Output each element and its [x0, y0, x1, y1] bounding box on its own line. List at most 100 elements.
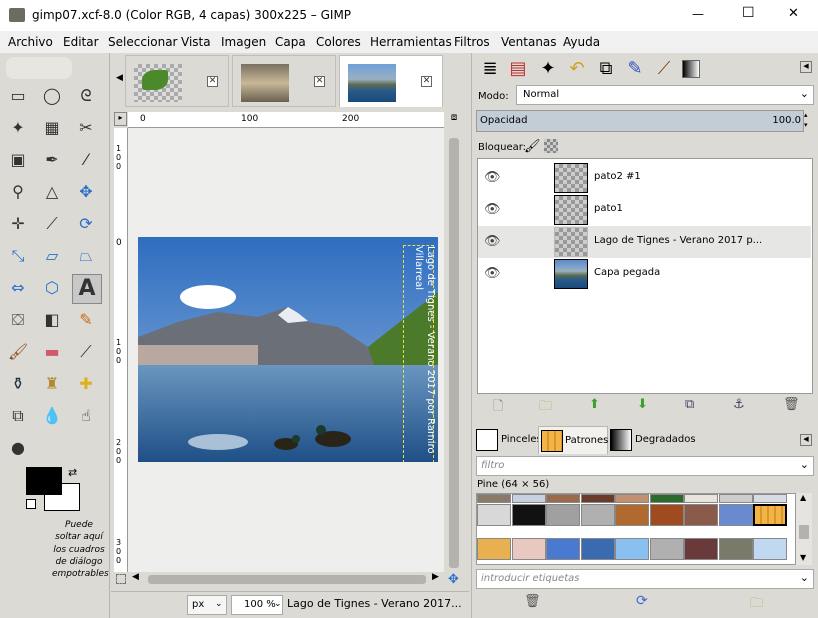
ellipse-select-icon[interactable]: ◯ [39, 83, 65, 109]
pattern-swatch[interactable] [615, 504, 649, 526]
image-lake-tignes[interactable]: Lago de Tignes - Verano 2017 por Ramiro … [138, 237, 438, 462]
pattern-swatch[interactable] [511, 494, 546, 503]
menu-filtros[interactable]: Filtros [454, 35, 490, 49]
dodge-burn-icon[interactable]: ● [5, 435, 31, 461]
pattern-swatch[interactable] [649, 504, 684, 526]
anchor-layer-icon[interactable]: ⚓ [733, 397, 745, 412]
cage-transform-icon[interactable]: ⬡ [39, 275, 65, 301]
blur-icon[interactable]: 💧 [39, 403, 65, 429]
crop-icon[interactable]: ⟋ [39, 211, 65, 237]
bucket-fill-icon[interactable]: ⛋ [5, 307, 31, 333]
pattern-swatch[interactable] [580, 538, 615, 560]
pattern-swatch[interactable] [615, 538, 649, 560]
eraser-icon[interactable]: ▬ [39, 339, 65, 365]
pattern-swatch[interactable] [649, 538, 684, 560]
maximize-button[interactable]: ☐ [742, 5, 755, 21]
patterns-scrollbar[interactable]: ▲ ▼ [796, 493, 812, 565]
pattern-swatch[interactable] [753, 538, 787, 560]
toggle-quickmask-icon[interactable] [116, 574, 126, 584]
new-layer-icon[interactable]: 🗋 [493, 397, 503, 419]
menu-editar[interactable]: Editar [63, 35, 99, 49]
clone-icon[interactable]: ♜ [39, 371, 65, 397]
pattern-filter-input[interactable]: filtro ⌄ [476, 456, 814, 476]
gradients-tab[interactable]: Degradados [608, 428, 698, 452]
pattern-swatch[interactable] [684, 494, 718, 503]
dock-menu-icon[interactable]: ◀ [800, 61, 812, 73]
pattern-swatch[interactable] [511, 504, 546, 526]
menu-herramientas[interactable]: Herramientas [370, 35, 452, 49]
pattern-swatch[interactable] [546, 504, 580, 526]
smudge-icon[interactable]: ☝ [73, 403, 99, 429]
opacity-spin-icon[interactable]: ▴ ▾ [804, 110, 814, 132]
pattern-swatch[interactable] [649, 494, 684, 503]
zoom-icon[interactable]: ⚲ [5, 179, 31, 205]
pattern-swatch[interactable] [580, 494, 615, 503]
close-button[interactable]: ✕ [788, 6, 799, 21]
menu-ayuda[interactable]: Ayuda [563, 35, 600, 49]
foreground-select-icon[interactable]: ▣ [5, 147, 31, 173]
scroll-thumb[interactable] [148, 575, 426, 584]
rect-select-icon[interactable]: ▭ [5, 83, 31, 109]
color-select-icon[interactable]: ▦ [39, 115, 65, 141]
patterns-tab[interactable]: Patrones [538, 426, 608, 454]
pattern-swatch[interactable] [718, 538, 753, 560]
menu-vista[interactable]: Vista [181, 35, 211, 49]
minimize-button[interactable]: — [692, 7, 704, 21]
close-tab-icon[interactable]: ✕ [314, 76, 325, 87]
brushes-tab-icon[interactable]: ✎ [621, 55, 649, 83]
tabs-scroll-left-icon[interactable]: ◀ [116, 73, 123, 83]
close-tab-icon[interactable]: ✕ [421, 76, 432, 87]
ink-icon[interactable]: ⚱ [5, 371, 31, 397]
mode-select[interactable]: Normal ⌄ [516, 85, 814, 105]
text-tool-icon[interactable]: A [72, 274, 102, 304]
pattern-swatch[interactable] [718, 494, 753, 503]
duplicate-layer-icon[interactable]: ⧉ [685, 397, 694, 412]
pattern-swatch[interactable] [546, 494, 580, 503]
menu-colores[interactable]: Colores [316, 35, 361, 49]
text-layer-box[interactable]: Lago de Tignes - Verano 2017 por Ramiro … [403, 245, 436, 462]
paths-icon[interactable]: ✒ [39, 147, 65, 173]
lasso-icon[interactable]: ᘓ [73, 83, 99, 109]
paintbrush-icon[interactable]: 🖌 [5, 339, 31, 365]
pattern-swatch[interactable] [753, 504, 787, 526]
layer-row[interactable]: 👁 pato2 #1 [478, 162, 811, 194]
dock-menu-icon[interactable]: ◀ [800, 434, 812, 446]
scale-icon[interactable]: ⤡ [5, 243, 31, 269]
horizontal-scrollbar[interactable]: ◀ ▶ [128, 572, 444, 586]
tool-options-tab-icon[interactable]: ⧉ [592, 55, 620, 83]
eye-icon[interactable]: 👁 [484, 170, 501, 186]
shear-icon[interactable]: ▱ [39, 243, 65, 269]
lock-alpha-icon[interactable] [544, 139, 558, 153]
pattern-swatch[interactable] [753, 494, 787, 503]
refresh-patterns-icon[interactable]: ⟳ [636, 593, 648, 609]
channels-tab-icon[interactable]: ▤ [504, 55, 532, 83]
vertical-scrollbar[interactable] [446, 128, 464, 572]
pattern-swatch[interactable] [511, 538, 546, 560]
pattern-swatch[interactable] [684, 538, 718, 560]
paint-tab-icon[interactable]: ⟋ [650, 55, 678, 83]
rotate-icon[interactable]: ⟳ [73, 211, 99, 237]
image-tab-2[interactable]: ✕ [232, 55, 336, 107]
delete-pattern-icon[interactable]: 🗑 [524, 594, 541, 609]
tags-input[interactable]: introducir etiquetas ⌄ [476, 569, 814, 589]
airbrush-icon[interactable]: ⟋ [73, 339, 99, 365]
unit-select[interactable]: px ⌄ [187, 595, 227, 615]
pattern-swatch[interactable] [580, 504, 615, 526]
scroll-thumb[interactable] [449, 138, 459, 568]
paths-tab-icon[interactable]: ✦ [534, 55, 562, 83]
foreground-color-swatch[interactable] [26, 467, 62, 495]
delete-layer-icon[interactable]: 🗑 [783, 397, 800, 412]
pencil-icon[interactable]: ✎ [73, 307, 99, 333]
menu-seleccionar[interactable]: Seleccionar [108, 35, 177, 49]
layers-tab-icon[interactable]: ≣ [476, 55, 504, 83]
pattern-swatch[interactable] [477, 504, 511, 526]
navigate-move-icon[interactable]: ✥ [448, 572, 459, 587]
color-picker-icon[interactable]: ⁄ [73, 147, 99, 173]
layer-group-icon[interactable]: 🗀 [539, 397, 552, 419]
blend-icon[interactable]: ◧ [39, 307, 65, 333]
navigate-icon[interactable]: ⧈ [446, 112, 462, 128]
scissors-icon[interactable]: ✂ [73, 115, 99, 141]
open-pattern-folder-icon[interactable]: 🗀 [750, 594, 763, 616]
eye-icon[interactable]: 👁 [484, 234, 501, 250]
heal-icon[interactable]: ✚ [73, 371, 99, 397]
